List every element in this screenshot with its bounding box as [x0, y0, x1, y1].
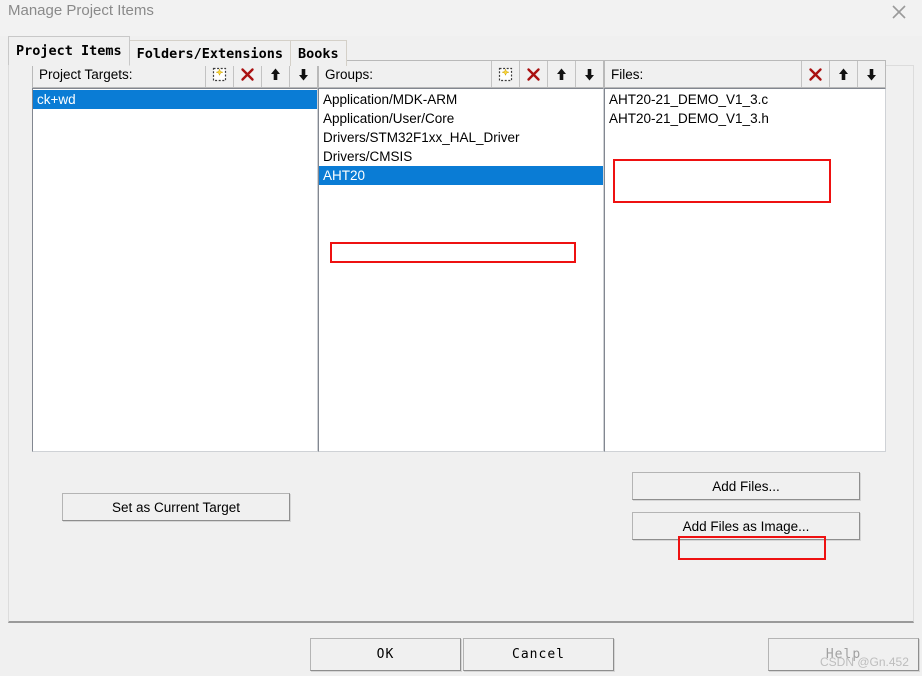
move-file-up-button[interactable] — [829, 61, 857, 87]
add-files-button[interactable]: Add Files... — [632, 472, 860, 500]
list-item-label: AHT20-21_DEMO_V1_3.c — [609, 92, 769, 107]
ok-label: OK — [376, 647, 395, 662]
tab-folders-extensions[interactable]: Folders/Extensions — [128, 40, 291, 66]
list-item[interactable]: Drivers/CMSIS — [319, 147, 603, 166]
list-item-label: AHT20 — [323, 168, 366, 183]
add-files-label: Add Files... — [712, 478, 780, 494]
groups-column: Groups: Application/MDK-ARM Application/… — [318, 60, 604, 452]
tab-project-items-label: Project Items — [16, 43, 122, 59]
list-item-label: Application/User/Core — [323, 111, 455, 126]
move-group-up-button[interactable] — [547, 61, 575, 87]
new-group-button[interactable] — [491, 61, 519, 87]
list-item-label: Drivers/CMSIS — [323, 149, 413, 164]
files-label: Files: — [611, 66, 644, 82]
title-bar: Manage Project Items — [0, 0, 922, 36]
tab-books-label: Books — [297, 46, 339, 62]
close-icon[interactable] — [880, 0, 918, 24]
project-targets-list[interactable]: ck+wd — [32, 88, 318, 452]
move-group-down-button[interactable] — [575, 61, 603, 87]
files-toolbar — [801, 61, 885, 87]
list-item[interactable]: AHT20 — [319, 166, 603, 185]
list-item[interactable]: AHT20-21_DEMO_V1_3.h — [605, 109, 885, 128]
window-title: Manage Project Items — [8, 2, 154, 19]
list-item[interactable]: Drivers/STM32F1xx_HAL_Driver — [319, 128, 603, 147]
groups-toolbar — [491, 61, 603, 87]
list-item[interactable]: AHT20-21_DEMO_V1_3.c — [605, 90, 885, 109]
list-item[interactable]: ck+wd — [33, 90, 317, 109]
list-item[interactable]: Application/MDK-ARM — [319, 90, 603, 109]
move-file-down-button[interactable] — [857, 61, 885, 87]
list-item-label: Application/MDK-ARM — [323, 92, 458, 107]
tab-books[interactable]: Books — [289, 40, 347, 66]
add-files-as-image-label: Add Files as Image... — [682, 518, 810, 534]
delete-group-button[interactable] — [519, 61, 547, 87]
set-as-current-target-button[interactable]: Set as Current Target — [62, 493, 290, 521]
cancel-button[interactable]: Cancel — [463, 638, 614, 671]
files-column: Files: AHT20-21_DEMO_V1_3.c AHT20-21_DEM… — [604, 60, 886, 452]
tab-strip: Project Items Folders/Extensions Books — [8, 36, 347, 66]
files-header: Files: — [604, 60, 886, 88]
tab-project-items[interactable]: Project Items — [8, 36, 130, 66]
add-files-as-image-button[interactable]: Add Files as Image... — [632, 512, 860, 540]
set-as-current-target-label: Set as Current Target — [111, 499, 241, 515]
delete-file-button[interactable] — [801, 61, 829, 87]
project-targets-column: Project Targets: ck+wd — [32, 60, 318, 452]
list-item-label: AHT20-21_DEMO_V1_3.h — [609, 111, 769, 126]
list-item-label: Drivers/STM32F1xx_HAL_Driver — [323, 130, 520, 145]
tab-folders-extensions-label: Folders/Extensions — [136, 46, 283, 62]
groups-list[interactable]: Application/MDK-ARM Application/User/Cor… — [318, 88, 604, 452]
files-list[interactable]: AHT20-21_DEMO_V1_3.c AHT20-21_DEMO_V1_3.… — [604, 88, 886, 452]
cancel-label: Cancel — [512, 647, 565, 662]
groups-label: Groups: — [325, 66, 374, 82]
list-item-label: ck+wd — [37, 92, 76, 107]
help-button[interactable]: Help — [768, 638, 919, 671]
ok-button[interactable]: OK — [310, 638, 461, 671]
groups-header: Groups: — [318, 60, 604, 88]
list-item[interactable]: Application/User/Core — [319, 109, 603, 128]
project-targets-label: Project Targets: — [39, 66, 133, 82]
help-label: Help — [825, 647, 862, 662]
